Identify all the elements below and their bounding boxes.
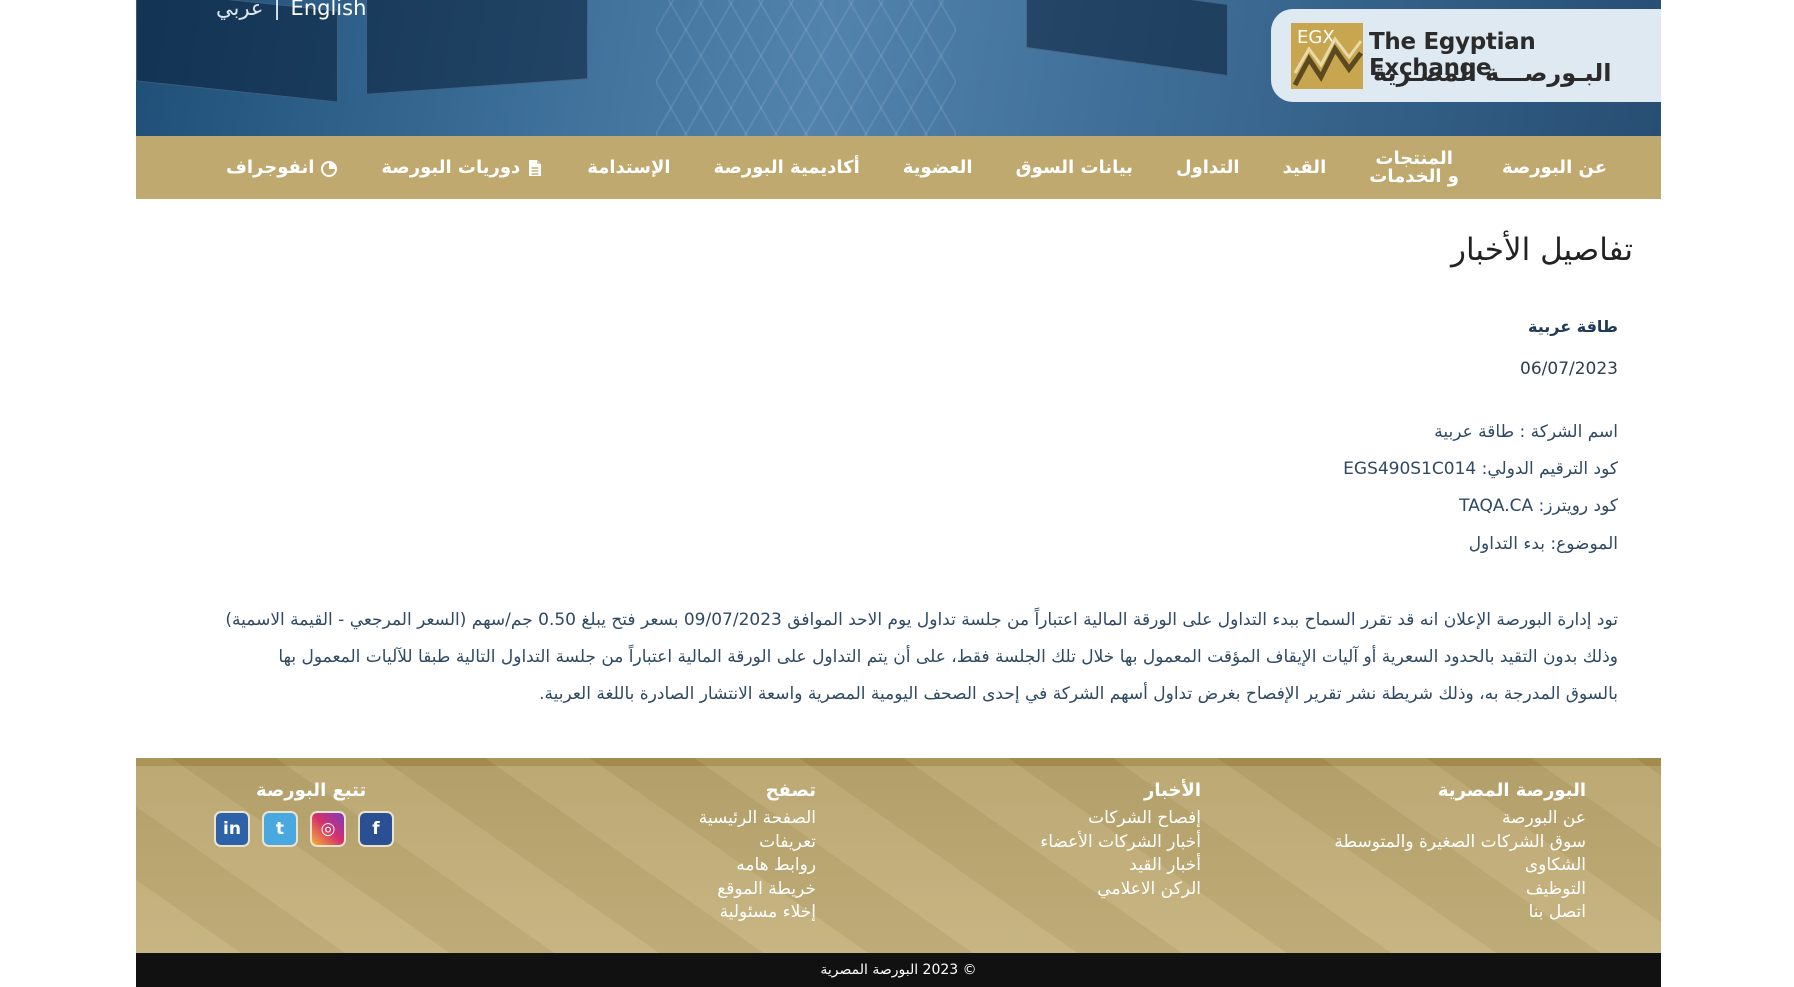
subject-line: الموضوع: بدء التداول	[1468, 534, 1618, 554]
company-name-heading: طاقة عربية	[1528, 317, 1618, 336]
news-date: 06/07/2023	[1520, 359, 1618, 379]
document-icon	[529, 159, 542, 176]
footer-link[interactable]: اتصل بنا	[1334, 901, 1586, 925]
news-body-line: بالسوق المدرجة به، وذلك شريطة نشر تقرير …	[539, 684, 1618, 704]
main-navigation: عن البورصة المنتجات و الخدمات القيد التد…	[136, 136, 1661, 199]
footer-col-title: تصفح	[765, 780, 816, 801]
header-banner: عربي | English EGX The Egyptian Exchange ا…	[136, 0, 1661, 136]
footer-link[interactable]: خريطة الموقع	[699, 878, 816, 902]
news-body-line: وذلك بدون التقيد بالحدود السعرية أو آليا…	[278, 647, 1618, 667]
logo-arabic-text: البـورصـــة المصـرية	[1373, 59, 1612, 87]
nav-academy[interactable]: أكاديمية البورصة	[714, 158, 860, 177]
nav-trading[interactable]: التداول	[1176, 158, 1240, 177]
isin-code-line: كود الترقيم الدولي: EGS490S1C014	[1343, 459, 1618, 479]
nav-membership[interactable]: العضوية	[903, 158, 973, 177]
footer-link[interactable]: تعريفات	[699, 831, 816, 855]
footer-link[interactable]: عن البورصة	[1334, 807, 1586, 831]
pie-chart-icon	[321, 160, 338, 177]
footer-col-browse: تصفح الصفحة الرئيسية تعريفات روابط هامه …	[699, 780, 816, 925]
footer-link[interactable]: الصفحة الرئيسية	[699, 807, 816, 831]
linkedin-icon[interactable]: in	[214, 811, 250, 847]
lang-english-link[interactable]: English	[291, 0, 367, 20]
footer-link[interactable]: سوق الشركات الصغيرة والمتوسطة	[1334, 831, 1586, 855]
footer-link[interactable]: أخبار القيد	[1040, 854, 1201, 878]
footer-link[interactable]: روابط هامه	[699, 854, 816, 878]
language-switcher: عربي | English	[216, 0, 366, 20]
social-links: in t ◎ f	[214, 811, 394, 847]
footer-link[interactable]: الشكاوى	[1334, 854, 1586, 878]
facebook-icon[interactable]: f	[358, 811, 394, 847]
copyright-bar: © 2023 البورصة المصرية	[136, 953, 1661, 987]
nav-listing[interactable]: القيد	[1283, 158, 1327, 177]
footer-link[interactable]: إخلاء مسئولية	[699, 901, 816, 925]
nav-market-data[interactable]: بيانات السوق	[1016, 158, 1133, 177]
footer-col-egx: البورصة المصرية عن البورصة سوق الشركات ا…	[1334, 780, 1586, 925]
nav-sustainability[interactable]: الإستدامة	[587, 158, 670, 177]
footer-col-news: الأخبار إفصاح الشركات أخبار الشركات الأع…	[1040, 780, 1201, 901]
footer-link[interactable]: أخبار الشركات الأعضاء	[1040, 831, 1201, 855]
page: عربي | English EGX The Egyptian Exchange ا…	[136, 0, 1661, 987]
company-name-line: اسم الشركة : طاقة عربية	[1434, 422, 1618, 442]
twitter-icon[interactable]: t	[262, 811, 298, 847]
nav-products-services[interactable]: المنتجات و الخدمات	[1369, 149, 1459, 186]
footer-col-title: الأخبار	[1143, 780, 1201, 801]
lang-arabic-link[interactable]: عربي	[216, 0, 263, 20]
social-title: تتبع البورصة	[256, 780, 367, 801]
page-title: تفاصيل الأخبار	[1451, 232, 1633, 268]
nav-infographic[interactable]: انفوجراف	[226, 158, 338, 177]
footer-link[interactable]: الركن الاعلامي	[1040, 878, 1201, 902]
nav-about[interactable]: عن البورصة	[1502, 158, 1607, 177]
footer-col-title: البورصة المصرية	[1437, 780, 1586, 801]
instagram-icon[interactable]: ◎	[310, 811, 346, 847]
egx-logo[interactable]: EGX The Egyptian Exchange البـورصـــة ال…	[1271, 9, 1661, 102]
reuters-code-line: كود رويترز: TAQA.CA	[1459, 496, 1618, 516]
footer-link[interactable]: إفصاح الشركات	[1040, 807, 1201, 831]
nav-periodicals[interactable]: دوريات البورصة	[381, 158, 544, 177]
svg-text:EGX: EGX	[1297, 27, 1335, 48]
egx-logo-icon: EGX	[1291, 23, 1363, 89]
footer: البورصة المصرية عن البورصة سوق الشركات ا…	[136, 758, 1661, 953]
footer-link[interactable]: التوظيف	[1334, 878, 1586, 902]
news-body-line: تود إدارة البورصة الإعلان انه قد تقرر ال…	[225, 610, 1618, 630]
